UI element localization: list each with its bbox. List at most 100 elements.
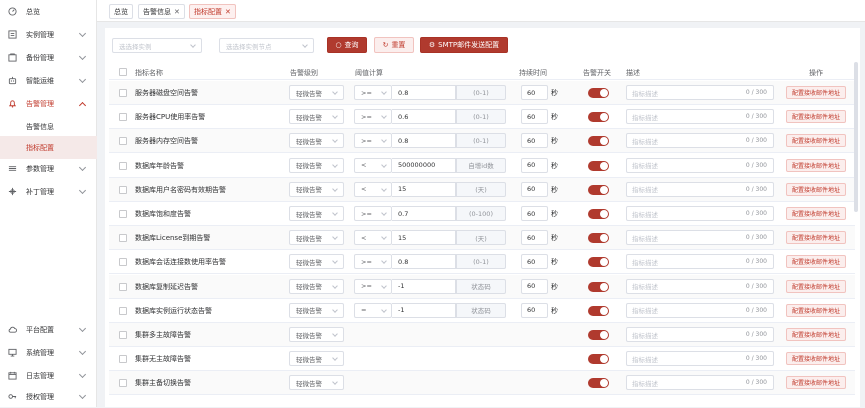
config-email-button[interactable]: 配置接收邮件地址 [786,86,846,99]
sidebar-item-aiops[interactable]: 智能运维 [0,69,97,92]
operator-select[interactable]: >= [354,85,392,100]
duration-input[interactable]: 60 [521,133,548,149]
alert-level-select[interactable]: 轻微告警 [289,254,344,270]
sidebar-item-logs[interactable]: 日志管理 [0,364,97,387]
config-email-button[interactable]: 配置接收邮件地址 [786,376,846,390]
description-input[interactable]: 指标描述 0 / 300 [626,230,774,246]
config-email-button[interactable]: 配置接收邮件地址 [786,231,846,245]
node-select[interactable]: 选选择实例节点 [219,38,314,53]
duration-input[interactable]: 60 [521,206,548,221]
tab-alert-info[interactable]: 告警信息 ✕ [138,4,185,19]
description-input[interactable]: 指标描述 0 / 300 [626,85,774,100]
config-email-button[interactable]: 配置接收邮件地址 [786,303,846,317]
sidebar-item-backup[interactable]: 备份管理 [0,46,97,69]
row-checkbox[interactable] [119,137,127,146]
duration-input[interactable]: 60 [521,230,548,246]
alert-level-select[interactable]: 轻微告警 [289,157,344,173]
operator-select[interactable]: >= [354,133,392,149]
alert-toggle[interactable] [588,136,609,147]
description-input[interactable]: 指标描述 0 / 300 [626,375,774,391]
alert-toggle[interactable] [588,330,609,340]
alert-level-select[interactable]: 轻微告警 [289,206,344,221]
alert-toggle[interactable] [588,112,609,123]
config-email-button[interactable]: 配置接收邮件地址 [786,110,846,124]
operator-select[interactable]: < [354,157,392,173]
threshold-input[interactable]: -1 [392,278,456,294]
row-checkbox[interactable] [119,113,127,122]
close-icon[interactable]: ✕ [174,8,180,16]
alert-toggle[interactable] [588,354,609,365]
operator-select[interactable]: >= [354,278,392,294]
alert-toggle[interactable] [588,160,609,171]
reset-button[interactable]: ↻ 重置 [374,37,414,53]
select-all-checkbox[interactable] [119,68,127,76]
alert-toggle[interactable] [588,305,609,316]
duration-input[interactable]: 60 [521,157,548,173]
config-email-button[interactable]: 配置接收邮件地址 [786,279,846,293]
config-email-button[interactable]: 配置接收邮件地址 [786,134,846,148]
description-input[interactable]: 指标描述 0 / 300 [626,351,774,367]
sidebar-item-instances[interactable]: 实例管理 [0,23,97,46]
description-input[interactable]: 指标描述 0 / 300 [626,206,774,221]
alert-toggle[interactable] [588,378,609,389]
scrollbar[interactable] [854,62,858,212]
sidebar-subitem-alert-info[interactable]: 告警信息 [0,115,97,138]
description-input[interactable]: 指标描述 0 / 300 [626,254,774,270]
alert-toggle[interactable] [588,184,609,195]
sidebar-item-license[interactable]: 授权管理 [0,385,97,408]
alert-level-select[interactable]: 轻微告警 [289,230,344,246]
duration-input[interactable]: 60 [521,85,548,100]
alert-level-select[interactable]: 轻微告警 [289,302,344,318]
description-input[interactable]: 指标描述 0 / 300 [626,181,774,197]
row-checkbox[interactable] [119,306,127,315]
description-input[interactable]: 指标描述 0 / 300 [626,133,774,149]
sidebar-item-params[interactable]: 参数管理 [0,157,97,180]
operator-select[interactable]: >= [354,254,392,270]
sidebar-item-alerts[interactable]: 告警管理 [0,92,97,115]
threshold-input[interactable]: 0.6 [392,109,456,125]
alert-toggle[interactable] [588,88,609,98]
row-checkbox[interactable] [119,379,127,388]
alert-level-select[interactable]: 轻微告警 [289,133,344,149]
description-input[interactable]: 指标描述 0 / 300 [626,302,774,318]
query-button[interactable]: ○ 查询 [327,37,367,53]
row-checkbox[interactable] [119,185,127,194]
row-checkbox[interactable] [119,258,127,267]
config-email-button[interactable]: 配置接收邮件地址 [786,255,846,269]
config-email-button[interactable]: 配置接收邮件地址 [786,182,846,196]
operator-select[interactable]: = [354,302,392,318]
row-checkbox[interactable] [119,89,127,97]
instance-select[interactable]: 选选择实例 [112,38,202,53]
threshold-input[interactable]: -1 [392,302,456,318]
tab-metric-config[interactable]: 指标配置 ✕ [189,4,236,19]
alert-toggle[interactable] [588,209,609,219]
duration-input[interactable]: 60 [521,181,548,197]
alert-level-select[interactable]: 轻微告警 [289,85,344,100]
alert-toggle[interactable] [588,233,609,244]
row-checkbox[interactable] [119,331,127,339]
row-checkbox[interactable] [119,210,127,218]
row-checkbox[interactable] [119,161,127,170]
operator-select[interactable]: >= [354,206,392,221]
duration-input[interactable]: 60 [521,302,548,318]
threshold-input[interactable]: 0.7 [392,206,456,221]
config-email-button[interactable]: 配置接收邮件地址 [786,352,846,366]
threshold-input[interactable]: 15 [392,230,456,246]
sidebar-subitem-metric-config[interactable]: 指标配置 [0,136,97,159]
duration-input[interactable]: 60 [521,109,548,125]
sidebar-item-patches[interactable]: 补丁管理 [0,180,97,203]
sidebar-item-platform[interactable]: 平台配置 [0,318,97,341]
threshold-input[interactable]: 15 [392,181,456,197]
config-email-button[interactable]: 配置接收邮件地址 [786,328,846,341]
close-icon[interactable]: ✕ [225,8,231,16]
smtp-config-button[interactable]: ⚙ SMTP邮件发送配置 [420,37,508,53]
description-input[interactable]: 指标描述 0 / 300 [626,157,774,173]
alert-level-select[interactable]: 轻微告警 [289,278,344,294]
alert-level-select[interactable]: 轻微告警 [289,109,344,125]
row-checkbox[interactable] [119,282,127,291]
description-input[interactable]: 指标描述 0 / 300 [626,327,774,342]
threshold-input[interactable]: 500000000 [392,157,456,173]
operator-select[interactable]: < [354,230,392,246]
row-checkbox[interactable] [119,355,127,364]
description-input[interactable]: 指标描述 0 / 300 [626,278,774,294]
